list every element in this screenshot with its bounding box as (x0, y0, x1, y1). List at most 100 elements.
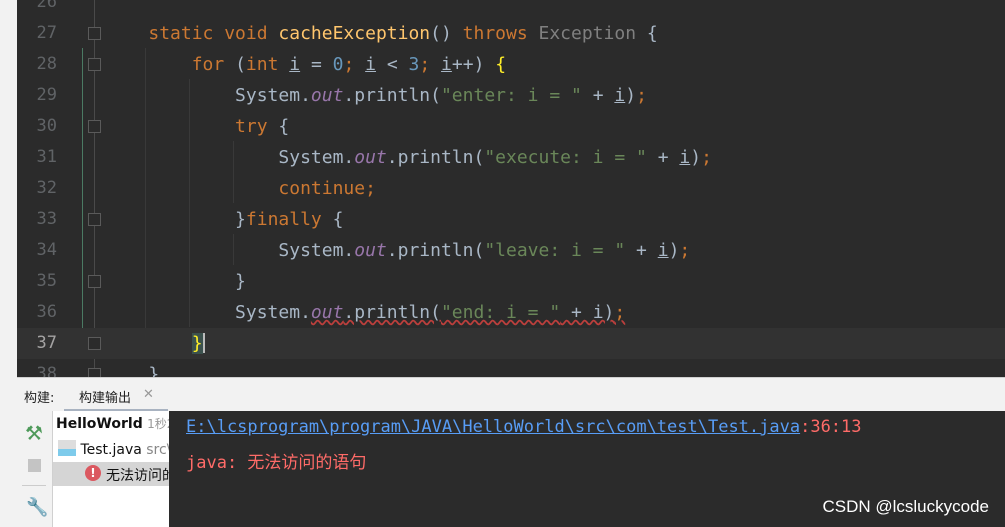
code-token: .println( (343, 85, 441, 106)
line-number: 34 (36, 240, 57, 260)
code-text: for (int i = 0; i < 3; i++) { (105, 49, 506, 80)
fold-icon[interactable] (88, 58, 101, 71)
line-number: 38 (36, 364, 57, 377)
code-token: ) (625, 85, 637, 106)
fold-icon[interactable] (88, 213, 101, 226)
code-line[interactable]: 27 static void cacheException() throws E… (17, 18, 1005, 49)
code-token: cacheException (278, 23, 431, 44)
code-token: ; (701, 147, 712, 168)
code-token: System. (105, 147, 355, 168)
left-strip (0, 0, 17, 377)
code-token: ) (690, 147, 702, 168)
code-text: System.out.println("enter: i = " + i); (105, 80, 647, 111)
code-token: .println( (386, 147, 485, 168)
code-token: i (614, 85, 626, 106)
error-position: :36:13 (800, 417, 862, 437)
hammer-icon[interactable]: ⚒ (25, 421, 43, 445)
build-label: 构建: (24, 391, 55, 406)
fold-icon[interactable] (88, 337, 101, 350)
fold-icon[interactable] (88, 120, 101, 133)
code-token: out (310, 85, 344, 106)
code-token: + (646, 147, 680, 168)
code-token: "end: i = " (440, 302, 561, 323)
code-token: ; (636, 85, 647, 106)
close-icon[interactable]: ✕ (143, 387, 154, 402)
code-token: ; (679, 240, 691, 261)
code-text: } (105, 328, 205, 359)
code-token: try (235, 116, 279, 137)
code-line[interactable]: 35 } (17, 266, 1005, 297)
code-token: ) (668, 240, 680, 261)
code-line[interactable]: 36 System.out.println("end: i = " + i); (17, 297, 1005, 328)
code-token: ++) (451, 54, 496, 75)
code-text: System.out.println("end: i = " + i); (105, 297, 625, 328)
code-line[interactable]: 28 for (int i = 0; i < 3; i++) { (17, 49, 1005, 80)
line-number: 35 (36, 271, 57, 291)
code-line[interactable]: 26 (17, 0, 1005, 18)
code-token: System. (105, 240, 355, 261)
code-token: Exception (538, 23, 647, 44)
java-file-icon (58, 440, 76, 456)
code-token: + i) (560, 302, 615, 323)
code-token: "enter: i = " (440, 85, 582, 106)
code-line[interactable]: 38 } (17, 359, 1005, 377)
code-token: System. (105, 302, 311, 323)
code-token: { (646, 23, 658, 44)
divider (22, 485, 46, 486)
code-token: { (495, 54, 507, 75)
code-text: try { (105, 111, 289, 142)
code-line[interactable]: 31 System.out.println("execute: i = " + … (17, 142, 1005, 173)
code-line[interactable]: 34 System.out.println("leave: i = " + i)… (17, 235, 1005, 266)
fold-icon[interactable] (88, 275, 101, 288)
text-cursor (202, 333, 205, 353)
stop-icon[interactable] (28, 459, 41, 472)
build-tree: HelloWorld 1秒206毫秒 Test.java src\com\tes… (53, 411, 169, 527)
watermark: CSDN @lcsluckycode (822, 497, 989, 516)
code-line[interactable]: 30 try { (17, 111, 1005, 142)
tree-item-root[interactable]: HelloWorld 1秒206毫秒 (56, 415, 169, 432)
code-token: } (191, 333, 203, 354)
code-text: continue; (105, 173, 376, 204)
code-line[interactable]: 32 continue; (17, 173, 1005, 204)
code-token: "execute: i = " (484, 147, 647, 168)
code-token: .println( (386, 240, 485, 261)
code-token: } (105, 271, 246, 292)
code-token: .println( (343, 302, 441, 323)
code-token: System. (105, 85, 311, 106)
build-tab-bar: 构建: 构建输出 ✕ (17, 377, 1005, 412)
line-number: 36 (36, 302, 57, 322)
code-token: static void (148, 23, 279, 44)
code-token: + (581, 85, 615, 106)
fold-icon[interactable] (88, 368, 101, 377)
code-token: i (289, 54, 301, 75)
code-token: () (430, 23, 463, 44)
line-number: 37 (36, 333, 57, 353)
fold-icon[interactable] (88, 27, 101, 40)
line-number: 31 (36, 147, 57, 167)
tree-item-error[interactable]: ! 无法访问的语句 (53, 462, 169, 486)
code-text: } (105, 359, 159, 377)
code-token: out (354, 147, 387, 168)
tree-item-file[interactable]: Test.java src\com\test (58, 440, 169, 458)
code-line[interactable]: 37 } (17, 328, 1005, 359)
code-line[interactable]: 29 System.out.println("enter: i = " + i)… (17, 80, 1005, 111)
code-line[interactable]: 33 }finally { (17, 204, 1005, 235)
code-token: i (441, 54, 452, 75)
line-number: 28 (36, 54, 57, 74)
tab-build-output[interactable]: 构建输出 (79, 387, 131, 406)
code-token: for (191, 54, 236, 75)
code-token: ; (614, 302, 626, 323)
code-token: i (657, 240, 669, 261)
code-text: System.out.println("execute: i = " + i); (105, 142, 712, 173)
code-token: } (105, 364, 160, 377)
code-editor[interactable]: 26 27 static void cacheException() throws… (17, 0, 1005, 377)
error-file-link[interactable]: E:\lcsprogram\program\JAVA\HelloWorld\sr… (186, 417, 800, 437)
code-token: throws (462, 23, 539, 44)
code-token: continue; (278, 178, 376, 199)
code-token: out (354, 240, 387, 261)
line-number: 29 (36, 85, 57, 105)
wrench-icon[interactable]: 🔧 (26, 497, 48, 518)
